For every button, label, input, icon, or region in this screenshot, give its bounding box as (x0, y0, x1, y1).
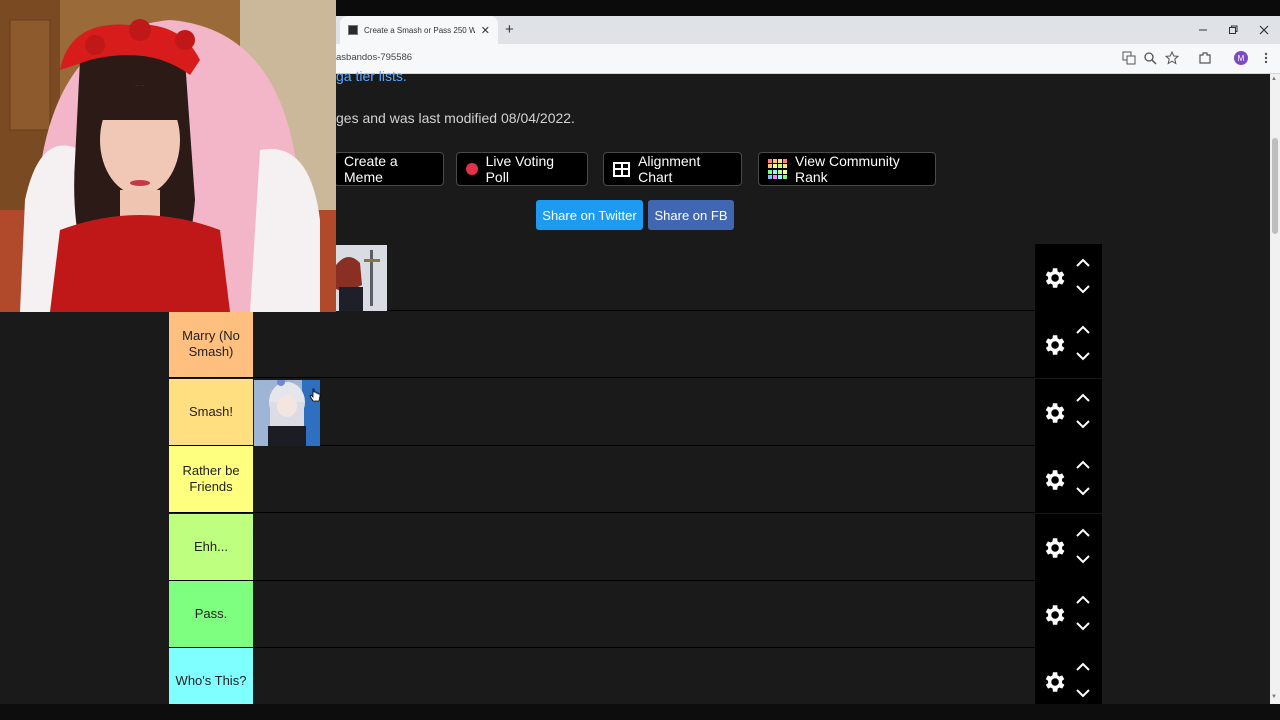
site-favicon-icon (348, 25, 358, 35)
minimize-icon[interactable] (1188, 16, 1218, 44)
browser-tab[interactable]: Create a Smash or Pass 250 Wa ✕ (340, 16, 498, 44)
chevron-up-icon[interactable] (1075, 391, 1091, 405)
create-meme-button[interactable]: Create a Meme (334, 152, 444, 186)
chevron-up-icon[interactable] (1075, 323, 1091, 337)
tier-row: Ehh... (169, 514, 1035, 581)
alignment-chart-label: Alignment Chart (638, 153, 701, 185)
profile-avatar[interactable]: M (1234, 51, 1248, 65)
chevron-up-icon[interactable] (1075, 458, 1091, 472)
chevron-down-icon[interactable] (1075, 484, 1091, 498)
tier-controls (1035, 446, 1102, 513)
tier-label[interactable]: Ehh... (169, 514, 253, 580)
chevron-down-icon[interactable] (1075, 349, 1091, 363)
tier-lists-link[interactable]: ga tier lists. (336, 68, 407, 84)
alignment-grid-icon (613, 161, 631, 177)
streamer-webcam-image (0, 0, 336, 312)
chevron-up-icon[interactable] (1075, 256, 1091, 270)
hand-cursor-icon (309, 388, 321, 402)
tier-row: Marry (No Smash) (169, 311, 1035, 378)
live-voting-poll-label: Live Voting Poll (485, 153, 555, 185)
tier-controls (1035, 379, 1102, 446)
share-twitter-button[interactable]: Share on Twitter (536, 200, 643, 230)
character-thumbnail[interactable] (336, 245, 387, 311)
chevron-up-icon[interactable] (1075, 660, 1091, 674)
community-rank-icon (768, 159, 787, 179)
share-twitter-label: Share on Twitter (542, 207, 637, 223)
zoom-icon[interactable] (1142, 50, 1158, 66)
share-fb-label: Share on FB (654, 207, 728, 223)
gear-icon[interactable] (1041, 332, 1067, 358)
tab-title: Create a Smash or Pass 250 Wa (364, 25, 475, 35)
tier-controls (1035, 244, 1102, 311)
view-community-rank-button[interactable]: View Community Rank (758, 152, 936, 186)
tier-label[interactable]: Marry (No Smash) (169, 311, 253, 377)
tier-controls (1035, 581, 1102, 648)
extensions-icon[interactable] (1197, 50, 1213, 66)
live-voting-poll-button[interactable]: Live Voting Poll (456, 152, 588, 186)
scroll-up-arrow-icon[interactable]: ▲ (1271, 76, 1277, 82)
close-window-icon[interactable] (1249, 16, 1279, 44)
tier-label[interactable]: Smash! (169, 379, 253, 445)
tier-controls (1035, 514, 1102, 581)
chevron-up-icon[interactable] (1075, 593, 1091, 607)
tier-items-dropzone[interactable] (253, 311, 1035, 377)
chevron-down-icon[interactable] (1075, 552, 1091, 566)
translate-icon[interactable] (1121, 50, 1137, 66)
scrollbar-thumb[interactable] (1272, 138, 1278, 234)
gear-icon[interactable] (1041, 400, 1067, 426)
tier-items-dropzone[interactable] (253, 379, 1035, 445)
chevron-down-icon[interactable] (1075, 686, 1091, 700)
gear-icon[interactable] (1041, 669, 1067, 695)
webcam-overlay (0, 0, 336, 312)
gear-icon[interactable] (1041, 265, 1067, 291)
tier-items-dropzone[interactable] (253, 446, 1035, 512)
tier-row: Rather be Friends (169, 446, 1035, 513)
bottom-bezel (0, 704, 1280, 720)
gear-icon[interactable] (1041, 467, 1067, 493)
restore-icon[interactable] (1218, 16, 1248, 44)
more-menu-icon[interactable] (1258, 50, 1274, 66)
gear-icon[interactable] (1041, 602, 1067, 628)
gear-icon[interactable] (1041, 535, 1067, 561)
tab-close-icon[interactable]: ✕ (481, 24, 490, 37)
page-scrollbar[interactable]: ▲ ▼ (1270, 74, 1280, 704)
tier-label[interactable]: Rather be Friends (169, 446, 253, 512)
create-meme-label: Create a Meme (344, 153, 398, 185)
alignment-chart-button[interactable]: Alignment Chart (603, 152, 742, 186)
tier-items-dropzone[interactable] (253, 514, 1035, 580)
chevron-down-icon[interactable] (1075, 282, 1091, 296)
url-text[interactable]: asbandos-795586 (336, 52, 412, 63)
chevron-down-icon[interactable] (1075, 417, 1091, 431)
character-art-image (336, 245, 387, 311)
tier-controls (1035, 311, 1102, 378)
tier-items-dropzone[interactable] (253, 581, 1035, 647)
chevron-up-icon[interactable] (1075, 526, 1091, 540)
scroll-down-arrow-icon[interactable]: ▼ (1271, 694, 1277, 700)
new-tab-button[interactable]: + (505, 20, 514, 40)
share-fb-button[interactable]: Share on FB (648, 200, 734, 230)
view-community-rank-label: View Community Rank (795, 153, 900, 185)
bookmark-star-icon[interactable] (1164, 50, 1180, 66)
tier-label[interactable]: Pass. (169, 581, 253, 647)
modified-info-text: ges and was last modified 08/04/2022. (336, 110, 575, 126)
chevron-down-icon[interactable] (1075, 619, 1091, 633)
tier-row: Pass. (169, 581, 1035, 648)
live-dot-icon (466, 163, 478, 175)
